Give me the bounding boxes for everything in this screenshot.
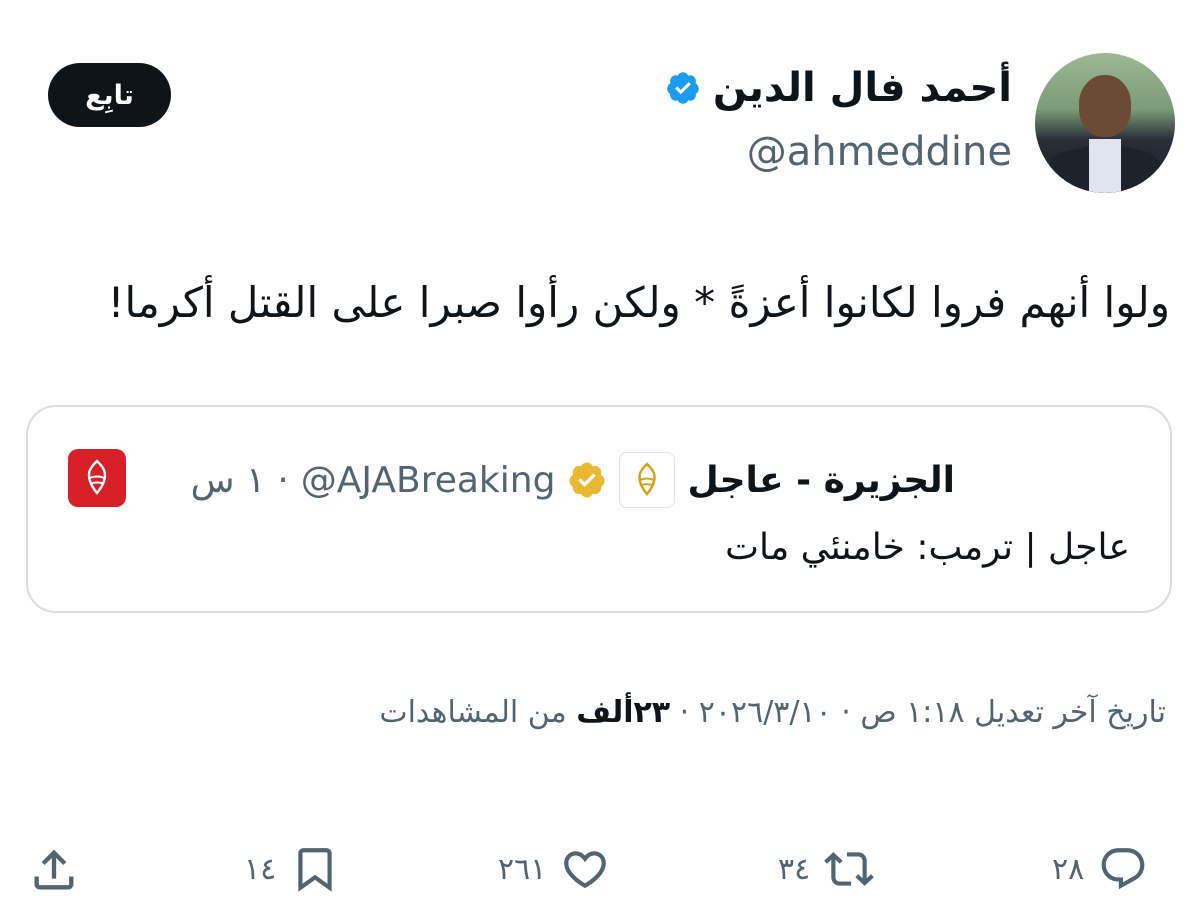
quoted-timestamp[interactable]: ١ س — [191, 460, 266, 501]
bookmark-icon — [298, 848, 332, 892]
views-count[interactable]: ٢٣ألف — [576, 695, 670, 730]
tweet-text: ولوا أنهم فروا لكانوا أعزةً * ولكن رأوا … — [107, 278, 1170, 327]
share-button[interactable] — [28, 844, 80, 900]
repost-button[interactable]: ٣٤ — [778, 844, 875, 894]
verified-badge-icon — [667, 72, 699, 104]
share-icon — [34, 849, 74, 890]
reply-button[interactable]: ٢٨ — [1052, 844, 1148, 894]
author-handle[interactable]: @ahmeddine — [747, 130, 1012, 174]
separator-dot: · — [277, 459, 289, 501]
bookmark-button[interactable]: ١٤ — [244, 844, 340, 894]
author-name-row: أحمد فال الدين — [665, 68, 1012, 108]
heart-icon — [564, 851, 607, 889]
reply-count: ٢٨ — [1052, 851, 1085, 887]
like-button[interactable]: ٢٦١ — [498, 844, 610, 894]
quoted-tweet-header: الجزيرة - عاجل @AJABreaking · ١ س — [191, 452, 955, 508]
repost-icon — [824, 852, 875, 886]
quoted-tweet-text: عاجل | ترمب: خامنئي مات — [725, 527, 1130, 568]
action-bar: ١٤ ٢٦١ ٣٤ ٢٨ — [0, 838, 1200, 908]
quoted-tweet-card[interactable]: الجزيرة - عاجل @AJABreaking · ١ س عاجل |… — [26, 405, 1172, 613]
edit-timestamp[interactable]: تاريخ آخر تعديل ١:١٨ ص · ٢٠٢٦/٣/١٠ · — [670, 695, 1166, 730]
author-display-name[interactable]: أحمد فال الدين — [713, 68, 1012, 108]
tweet-meta: تاريخ آخر تعديل ١:١٨ ص · ٢٠٢٦/٣/١٠ · ٢٣أ… — [379, 695, 1166, 730]
gold-verified-badge-icon — [569, 462, 605, 498]
quoted-display-name[interactable]: الجزيرة - عاجل — [687, 460, 955, 501]
reply-icon — [1101, 848, 1145, 890]
aljazeera-logo-icon — [87, 459, 107, 495]
affiliate-badge-icon — [619, 452, 676, 508]
repost-count: ٣٤ — [778, 851, 811, 887]
avatar-shirt — [1089, 139, 1121, 193]
follow-button[interactable]: تابِع — [48, 63, 171, 127]
quoted-handle[interactable]: @AJABreaking — [301, 460, 556, 501]
like-count: ٢٦١ — [498, 851, 547, 887]
avatar-head — [1079, 75, 1131, 137]
quoted-account-avatar[interactable] — [68, 449, 126, 507]
author-avatar[interactable] — [1035, 53, 1175, 193]
views-label: من المشاهدات — [379, 695, 577, 730]
bookmark-count: ١٤ — [244, 851, 277, 887]
